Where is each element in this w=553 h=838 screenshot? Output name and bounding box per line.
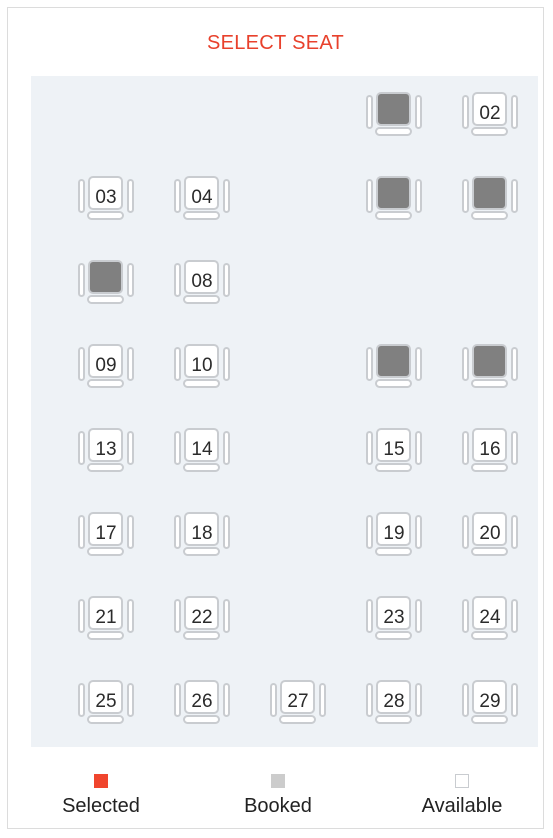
seat-number: 18	[191, 523, 213, 544]
legend-item-available: Available	[402, 774, 522, 818]
seat-number: 25	[95, 691, 117, 712]
seat-booked	[365, 342, 423, 394]
seat-icon	[462, 344, 518, 388]
seat-19[interactable]: 19	[365, 510, 423, 562]
seat-08[interactable]: 08	[173, 258, 231, 310]
seat-15[interactable]: 15	[365, 426, 423, 478]
seat-24[interactable]: 24	[461, 594, 519, 646]
seat-29[interactable]: 29	[461, 678, 519, 730]
seat-number: 22	[191, 607, 213, 628]
seat-number: 23	[383, 607, 405, 628]
seat-27[interactable]: 27	[269, 678, 327, 730]
seat-number: 10	[191, 355, 213, 376]
seat-booked	[77, 258, 135, 310]
seat-booked	[365, 90, 423, 142]
seat-icon	[366, 176, 422, 220]
seat-16[interactable]: 16	[461, 426, 519, 478]
seat-13[interactable]: 13	[77, 426, 135, 478]
seat-28[interactable]: 28	[365, 678, 423, 730]
seat-17[interactable]: 17	[77, 510, 135, 562]
seat-14[interactable]: 14	[173, 426, 231, 478]
seat-number: 29	[479, 691, 501, 712]
seat-icon	[78, 260, 134, 304]
available-swatch-icon	[455, 774, 469, 788]
seat-booked	[461, 174, 519, 226]
seat-number: 04	[191, 187, 213, 208]
page-title: SELECT SEAT	[206, 32, 345, 54]
seat-10[interactable]: 10	[173, 342, 231, 394]
seat-number: 24	[479, 607, 501, 628]
seat-number: 20	[479, 523, 501, 544]
seat-number: 16	[479, 439, 501, 460]
legend-label-selected: Selected	[62, 795, 140, 817]
booked-swatch-icon	[271, 774, 285, 788]
seat-booked	[461, 342, 519, 394]
selected-swatch-icon	[94, 774, 108, 788]
seat-number: 13	[95, 439, 117, 460]
seat-number: 15	[383, 439, 405, 460]
legend-item-booked: Booked	[218, 774, 338, 818]
seat-04[interactable]: 04	[173, 174, 231, 226]
seat-21[interactable]: 21	[77, 594, 135, 646]
seat-number: 17	[95, 523, 117, 544]
seat-20[interactable]: 20	[461, 510, 519, 562]
seat-selection-card: SELECT SEAT 02 03 04 08 09 10 13 14 15 1…	[7, 7, 544, 829]
seat-03[interactable]: 03	[77, 174, 135, 226]
seat-22[interactable]: 22	[173, 594, 231, 646]
seat-02[interactable]: 02	[461, 90, 519, 142]
legend-label-available: Available	[421, 795, 503, 817]
legend-label-booked: Booked	[244, 795, 312, 817]
seat-number: 08	[191, 271, 213, 292]
seat-number: 21	[95, 607, 117, 628]
seat-number: 28	[383, 691, 405, 712]
seat-number: 02	[479, 103, 501, 124]
seat-23[interactable]: 23	[365, 594, 423, 646]
seat-icon	[462, 176, 518, 220]
legend-item-selected: Selected	[41, 774, 161, 818]
seat-number: 14	[191, 439, 213, 460]
seat-icon	[366, 92, 422, 136]
seat-25[interactable]: 25	[77, 678, 135, 730]
seat-map: 02 03 04 08 09 10 13 14 15 16 17 18 19 2…	[31, 76, 538, 747]
seat-09[interactable]: 09	[77, 342, 135, 394]
seat-number: 27	[287, 691, 309, 712]
seat-26[interactable]: 26	[173, 678, 231, 730]
seat-number: 19	[383, 523, 405, 544]
seat-number: 26	[191, 691, 213, 712]
seat-number: 03	[95, 187, 117, 208]
seat-legend: Selected Booked Available	[8, 774, 543, 824]
seat-number: 09	[95, 355, 117, 376]
seat-18[interactable]: 18	[173, 510, 231, 562]
seat-icon	[366, 344, 422, 388]
seat-booked	[365, 174, 423, 226]
